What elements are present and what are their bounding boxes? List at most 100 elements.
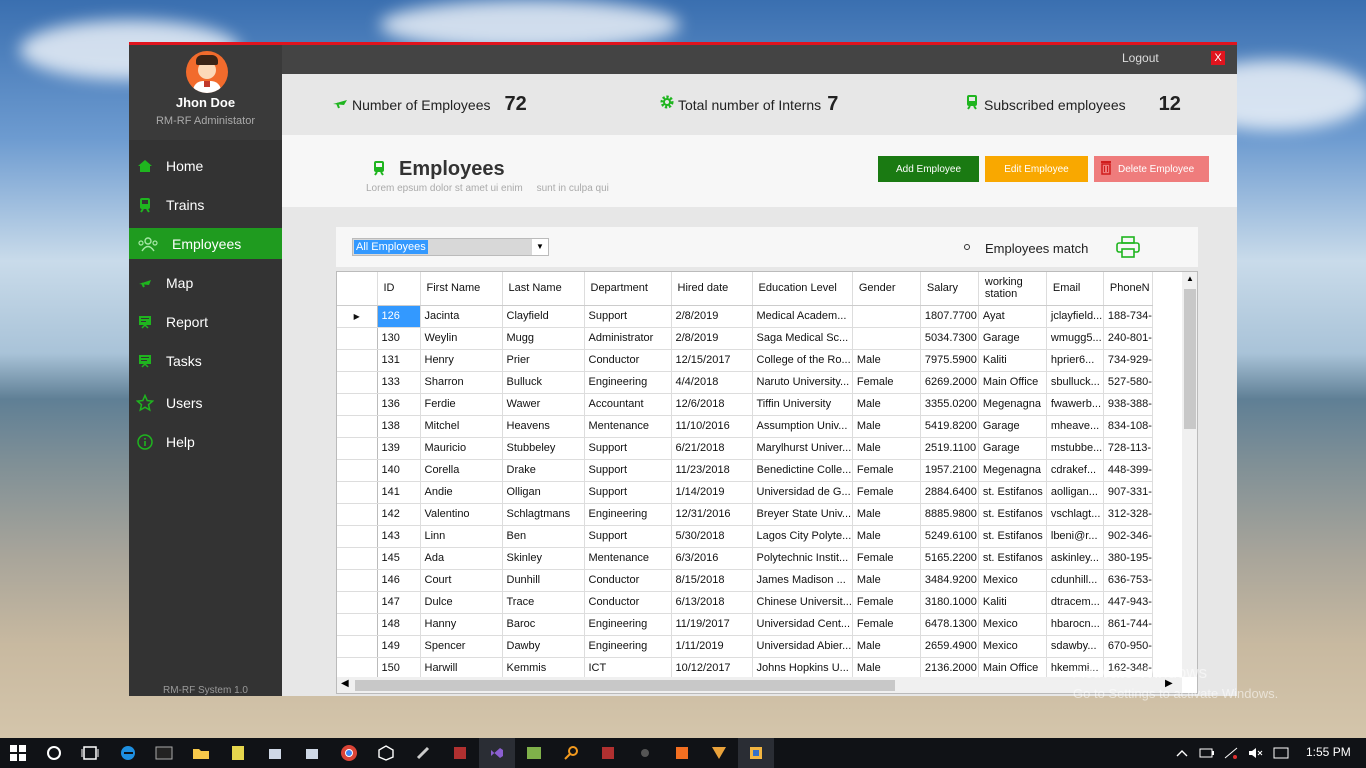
table-row[interactable]: 146 Court Dunhill Conductor 8/15/2018 James M… (337, 569, 1153, 592)
column-header[interactable]: Education Level (752, 272, 853, 306)
chevron-down-icon[interactable]: ▼ (532, 239, 548, 255)
table-cell[interactable]: Main Office (978, 657, 1047, 680)
table-cell[interactable]: 6269.2000 (920, 371, 979, 394)
row-header[interactable] (337, 415, 378, 438)
table-cell[interactable]: 12/15/2017 (671, 349, 753, 372)
table-cell[interactable]: Ada (420, 547, 503, 570)
table-cell[interactable]: Male (852, 503, 921, 526)
row-header[interactable] (337, 459, 378, 482)
table-cell[interactable]: Ben (502, 525, 585, 548)
table-cell[interactable]: Conductor (584, 349, 672, 372)
scrollbar-thumb[interactable] (1184, 289, 1196, 429)
table-cell[interactable]: Tiffin University (752, 393, 853, 416)
column-header[interactable]: ID (377, 272, 421, 306)
table-cell[interactable]: Support (584, 459, 672, 482)
row-header[interactable] (337, 393, 378, 416)
table-cell[interactable]: Kaliti (978, 349, 1047, 372)
row-header[interactable] (337, 371, 378, 394)
table-row[interactable]: 130 Weylin Mugg Administrator 2/8/2019 Saga M… (337, 327, 1153, 350)
table-cell[interactable]: Court (420, 569, 503, 592)
table-cell[interactable]: vschlagt... (1046, 503, 1104, 526)
table-cell[interactable]: 149 (377, 635, 421, 658)
table-cell[interactable]: aolligan... (1046, 481, 1104, 504)
table-cell[interactable]: 2884.6400 (920, 481, 979, 504)
table-cell[interactable]: Male (852, 657, 921, 680)
table-cell[interactable]: 312-328- (1103, 503, 1153, 526)
table-row[interactable]: 139 Mauricio Stubbeley Support 6/21/2018 Mary… (337, 437, 1153, 460)
sidebar-item-report[interactable]: Report (129, 306, 282, 337)
row-header[interactable] (337, 349, 378, 372)
visual-studio-icon[interactable] (479, 738, 515, 768)
table-cell[interactable]: Male (852, 415, 921, 438)
column-header[interactable]: Department (584, 272, 672, 306)
table-cell[interactable]: 139 (377, 437, 421, 460)
chevron-up-icon[interactable]: ▲ (1182, 272, 1197, 286)
table-cell[interactable]: 380-195- (1103, 547, 1153, 570)
table-cell[interactable]: 527-580- (1103, 371, 1153, 394)
table-cell[interactable]: James Madison ... (752, 569, 853, 592)
table-cell[interactable]: Linn (420, 525, 503, 548)
table-cell[interactable]: Female (852, 371, 921, 394)
column-header[interactable]: PhoneN (1103, 272, 1153, 306)
app-icon[interactable] (664, 738, 700, 768)
table-cell[interactable]: st. Estifanos (978, 503, 1047, 526)
table-row[interactable]: 148 Hanny Baroc Engineering 11/19/2017 Univer… (337, 613, 1153, 636)
chevron-left-icon[interactable]: ◀ (341, 678, 349, 689)
table-cell[interactable]: 938-388- (1103, 393, 1153, 416)
table-cell[interactable] (852, 305, 921, 328)
table-cell[interactable]: 150 (377, 657, 421, 680)
radio-icon[interactable] (964, 244, 970, 250)
table-cell[interactable]: 5/30/2018 (671, 525, 753, 548)
table-cell[interactable]: Mauricio (420, 437, 503, 460)
table-cell[interactable]: Support (584, 525, 672, 548)
table-cell[interactable]: sbulluck... (1046, 371, 1104, 394)
table-cell[interactable]: Female (852, 481, 921, 504)
table-cell[interactable]: 2/8/2019 (671, 327, 753, 350)
row-header[interactable] (337, 569, 378, 592)
column-header[interactable]: Hired date (671, 272, 753, 306)
table-cell[interactable]: fwawerb... (1046, 393, 1104, 416)
table-cell[interactable]: Administrator (584, 327, 672, 350)
vertical-scrollbar[interactable]: ▲ (1182, 272, 1197, 677)
table-cell[interactable]: Megenagna (978, 459, 1047, 482)
key-icon[interactable] (553, 738, 589, 768)
table-cell[interactable]: 6/21/2018 (671, 437, 753, 460)
table-cell[interactable]: Male (852, 349, 921, 372)
table-row[interactable]: 149 Spencer Dawby Engineering 1/11/2019 Unive… (337, 635, 1153, 658)
table-row[interactable]: 140 Corella Drake Support 11/23/2018 Benedict… (337, 459, 1153, 482)
taskbar-clock[interactable]: 1:55 PM (1306, 745, 1351, 759)
table-cell[interactable]: 902-346- (1103, 525, 1153, 548)
table-cell[interactable]: Female (852, 547, 921, 570)
table-cell[interactable]: Mentenance (584, 547, 672, 570)
table-cell[interactable]: Garage (978, 415, 1047, 438)
table-cell[interactable]: Kaliti (978, 591, 1047, 614)
table-cell[interactable]: Trace (502, 591, 585, 614)
table-cell[interactable]: 143 (377, 525, 421, 548)
table-cell[interactable]: 907-331- (1103, 481, 1153, 504)
table-cell[interactable]: 148 (377, 613, 421, 636)
table-cell[interactable]: College of the Ro... (752, 349, 853, 372)
table-cell[interactable]: 5034.7300 (920, 327, 979, 350)
table-cell[interactable]: Medical Academ... (752, 305, 853, 328)
table-cell[interactable]: 240-801- (1103, 327, 1153, 350)
notepad-icon[interactable] (220, 738, 256, 768)
keyboard-icon[interactable] (1266, 738, 1296, 768)
table-cell[interactable]: Naruto University... (752, 371, 853, 394)
table-cell[interactable]: 12/31/2016 (671, 503, 753, 526)
sidebar-item-tasks[interactable]: Tasks (129, 345, 282, 376)
table-cell[interactable]: Ayat (978, 305, 1047, 328)
table-cell[interactable]: dtracem... (1046, 591, 1104, 614)
table-cell[interactable]: Support (584, 437, 672, 460)
search-icon[interactable] (36, 738, 72, 768)
table-row[interactable]: ▶ 126 Jacinta Clayfield Support 2/8/2019 Medic… (337, 305, 1153, 328)
table-cell[interactable]: 188-734- (1103, 305, 1153, 328)
app-icon[interactable] (627, 738, 663, 768)
table-cell[interactable]: Female (852, 591, 921, 614)
table-row[interactable]: 143 Linn Ben Support 5/30/2018 Lagos City Pol… (337, 525, 1153, 548)
row-header[interactable]: ▶ (337, 305, 378, 328)
table-cell[interactable]: Engineering (584, 371, 672, 394)
table-cell[interactable]: Engineering (584, 635, 672, 658)
table-cell[interactable]: Olligan (502, 481, 585, 504)
cube-icon[interactable] (368, 738, 404, 768)
table-cell[interactable]: Conductor (584, 569, 672, 592)
